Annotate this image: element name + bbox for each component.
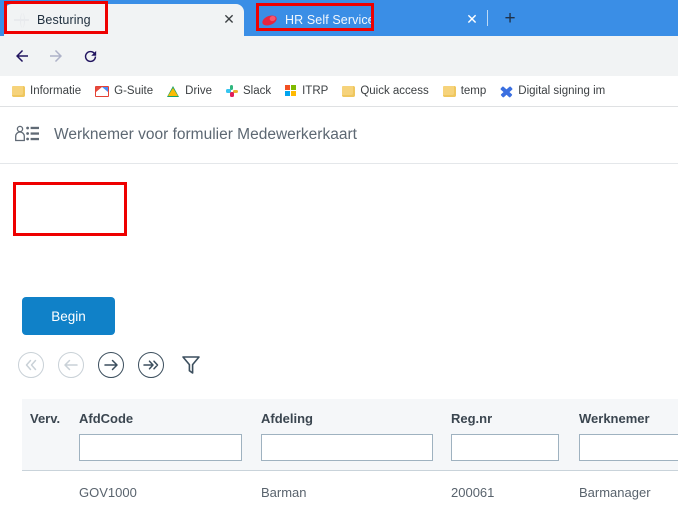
filter-input-werknemer[interactable]: [579, 434, 678, 461]
filter-input-afdcode[interactable]: [79, 434, 242, 461]
bookmark-digital-signing[interactable]: Digital signing im: [500, 85, 605, 97]
back-icon[interactable]: [12, 46, 32, 66]
column-afdcode-title: AfdCode: [79, 411, 134, 426]
slack-icon: [225, 85, 238, 97]
column-werknemer-title: Werknemer: [579, 411, 650, 426]
column-afdcode: AfdCode: [79, 399, 261, 461]
tab-hr-self-service-label: HR Self Service: [285, 13, 375, 27]
cell-afdcode: GOV1000: [79, 484, 137, 500]
bookmark-g-suite-label: G-Suite: [114, 85, 154, 97]
cell-werknemer: Barmanager: [579, 484, 651, 500]
page-header: Werknemer voor formulier Medewerkerkaart: [0, 107, 678, 164]
globe-icon: [14, 13, 29, 28]
bookmark-digital-signing-label: Digital signing im: [518, 85, 606, 97]
page-title: Werknemer voor formulier Medewerkerkaart: [54, 126, 357, 143]
tab-hr-self-service[interactable]: HR Self Service: [252, 4, 488, 36]
microsoft-icon: [285, 85, 297, 97]
cell-afdeling: Barman: [261, 484, 307, 500]
red-swoosh-icon: [261, 13, 278, 28]
gmail-icon: [95, 85, 110, 97]
tab-besturing[interactable]: Besturing: [4, 4, 244, 36]
reload-icon[interactable]: [80, 46, 100, 66]
cell-regnr: 200061: [451, 484, 495, 500]
bookmark-informatie-label: Informatie: [30, 85, 82, 97]
person-list-icon: [14, 124, 40, 146]
x-icon: [500, 85, 513, 97]
bookmark-drive[interactable]: Drive: [167, 85, 212, 97]
filter-input-regnr[interactable]: [451, 434, 559, 461]
bookmark-temp[interactable]: temp: [442, 85, 487, 97]
bookmark-itrp[interactable]: ITRP: [285, 85, 328, 97]
drive-icon: [167, 85, 180, 97]
bookmark-itrp-label: ITRP: [302, 85, 329, 97]
bookmark-slack-label: Slack: [242, 85, 272, 97]
bookmark-g-suite[interactable]: G-Suite: [95, 85, 153, 97]
column-werknemer: Werknemer: [579, 399, 678, 461]
browser-toolbar: portal.youforce.com/hss_bo4_prod/fs_fram…: [0, 36, 678, 107]
funnel-icon[interactable]: [180, 354, 202, 376]
tab-divider: [487, 10, 488, 26]
forward-icon: [46, 46, 66, 66]
employee-grid: Verv. AfdCode Afdeling Reg.nr Werknemer: [22, 399, 678, 508]
pagination-controls: [18, 352, 202, 378]
tab-besturing-close-icon[interactable]: ✕: [220, 10, 238, 28]
bookmark-quick-access-label: Quick access: [360, 85, 429, 97]
column-regnr-title: Reg.nr: [451, 411, 493, 426]
bookmark-quick-access[interactable]: Quick access: [342, 85, 429, 97]
column-verv: Verv.: [22, 399, 79, 434]
column-regnr: Reg.nr: [451, 399, 579, 461]
column-afdeling-title: Afdeling: [261, 411, 313, 426]
next-page-icon[interactable]: [98, 352, 124, 378]
tab-hr-self-service-close-icon[interactable]: ✕: [463, 10, 481, 28]
first-page-icon[interactable]: [18, 352, 44, 378]
folder-icon: [12, 85, 25, 97]
folder-icon: [342, 85, 356, 97]
filter-input-afdeling[interactable]: [261, 434, 433, 461]
new-tab-button[interactable]: +: [500, 9, 520, 29]
bookmark-informatie[interactable]: Informatie: [12, 85, 81, 97]
grid-header-row: Verv. AfdCode Afdeling Reg.nr Werknemer: [22, 399, 678, 471]
column-verv-title: Verv.: [30, 411, 61, 426]
column-afdeling: Afdeling: [261, 399, 451, 461]
bookmark-temp-label: temp: [460, 85, 487, 97]
browser-window: Besturing ✕ HR Self Service ✕ + Informat…: [0, 0, 678, 508]
previous-page-icon[interactable]: [58, 352, 84, 378]
bookmark-slack[interactable]: Slack: [225, 85, 272, 97]
table-row[interactable]: GOV1000 Barman 200061 Barmanager: [22, 471, 678, 508]
bookmark-drive-label: Drive: [185, 85, 212, 97]
folder-icon: [442, 85, 456, 97]
tab-strip: Besturing ✕ HR Self Service ✕ +: [0, 0, 678, 36]
page-content: Werknemer voor formulier Medewerkerkaart…: [0, 107, 678, 508]
tab-besturing-label: Besturing: [37, 13, 91, 27]
last-page-icon[interactable]: [138, 352, 164, 378]
begin-button[interactable]: Begin: [22, 297, 115, 335]
bookmarks-bar: Informatie G-Suite Drive Slack ITRP Quic…: [0, 76, 678, 107]
